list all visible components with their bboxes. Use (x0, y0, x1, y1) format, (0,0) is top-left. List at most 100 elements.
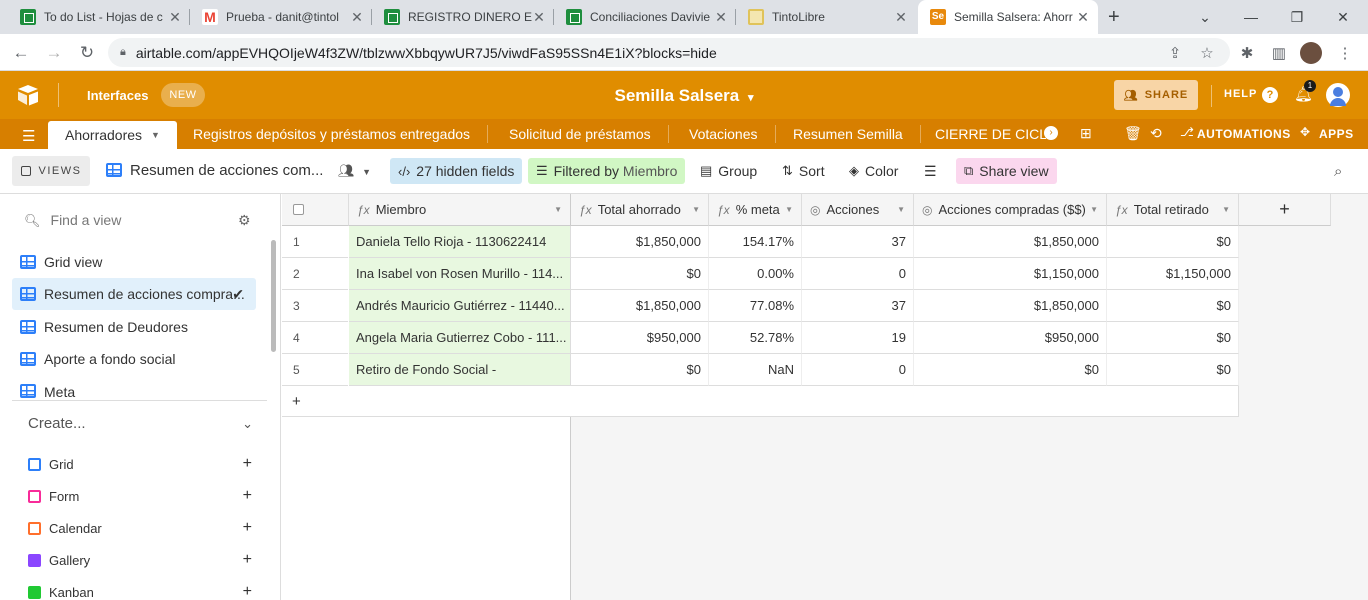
cell-miembro[interactable]: Andrés Mauricio Gutiérrez - 11440... (349, 290, 571, 322)
close-window-icon[interactable]: ✕ (1320, 0, 1366, 34)
create-gallery-button[interactable]: Gallery + (28, 544, 256, 576)
plus-icon[interactable]: + (243, 455, 252, 473)
help-icon[interactable]: ? (1262, 87, 1278, 103)
browser-tab[interactable]: M Prueba - danit@tintol ✕ (190, 0, 372, 34)
column-header-total-retirado[interactable]: ƒx Total retirado ▼ (1107, 194, 1239, 226)
forward-icon[interactable]: → (41, 40, 67, 66)
cell-miembro[interactable]: Daniela Tello Rioja - 1130622414 (349, 226, 571, 258)
chevron-down-icon[interactable]: ▼ (1222, 205, 1230, 214)
column-header-total-ahorrado[interactable]: ƒx Total ahorrado ▼ (571, 194, 709, 226)
cell-acciones[interactable]: 37 (802, 226, 914, 258)
create-grid-button[interactable]: Grid + (28, 448, 256, 480)
search-icon[interactable]: ⌕ (1334, 163, 1342, 180)
chevron-right-icon[interactable]: › (1044, 126, 1058, 140)
find-view-input[interactable]: 🔍︎ Find a view (24, 212, 121, 229)
cell-meta[interactable]: 154.17% (709, 226, 802, 258)
browser-menu-icon[interactable]: ⋮ (1332, 40, 1358, 66)
cell-total-retirado[interactable]: $0 (1107, 322, 1239, 354)
row-number[interactable]: 4 (282, 322, 348, 354)
chevron-down-icon[interactable]: ▼ (554, 205, 562, 214)
sidebar-view-grid-view[interactable]: Grid view (12, 246, 256, 278)
cell-meta[interactable]: 0.00% (709, 258, 802, 290)
current-view-name[interactable]: Resumen de acciones com... (130, 162, 323, 179)
chevron-down-icon[interactable]: ▼ (1090, 205, 1098, 214)
plus-icon[interactable]: + (243, 551, 252, 569)
sidebar-view-aporte-fondo-social[interactable]: Aporte a fondo social (12, 343, 256, 375)
help-button[interactable]: HELP (1224, 88, 1257, 100)
tab-ahorradores[interactable]: Ahorradores ▼ (48, 121, 177, 149)
group-button[interactable]: ▤ Group (692, 158, 765, 184)
filter-button[interactable]: ☰ Filtered by Miembro (528, 158, 686, 184)
bookmark-star-icon[interactable]: ☆ (1194, 40, 1220, 66)
tab-resumen-semilla[interactable]: Resumen Semilla (776, 125, 921, 143)
add-table-icon[interactable]: ⊞ (1080, 125, 1092, 142)
profile-avatar[interactable] (1298, 40, 1324, 66)
views-toggle-button[interactable]: VIEWS (12, 156, 90, 186)
tab-votaciones[interactable]: Votaciones (672, 125, 776, 143)
color-button[interactable]: ◈ Color (841, 158, 906, 184)
cell-meta[interactable]: 52.78% (709, 322, 802, 354)
url-input[interactable]: 🔒︎ airtable.com/appEVHQOIjeW4f3ZW/tblzww… (108, 38, 1230, 67)
cell-acciones[interactable]: 19 (802, 322, 914, 354)
browser-tab[interactable]: Conciliaciones Davivie ✕ (554, 0, 736, 34)
cell-acciones[interactable]: 0 (802, 258, 914, 290)
gear-icon[interactable]: ⚙ (238, 212, 251, 229)
cell-total-retirado[interactable]: $0 (1107, 354, 1239, 386)
cell-miembro[interactable]: Angela Maria Gutierrez Cobo - 111... (349, 322, 571, 354)
reload-icon[interactable]: ↻ (74, 40, 100, 66)
chevron-down-icon[interactable]: ▼ (897, 205, 905, 214)
automations-button[interactable]: AUTOMATIONS (1197, 127, 1291, 141)
create-form-button[interactable]: Form + (28, 480, 256, 512)
cell-meta[interactable]: 77.08% (709, 290, 802, 322)
browser-tab[interactable]: To do List - Hojas de c ✕ (8, 0, 190, 34)
select-all-checkbox[interactable] (293, 204, 304, 215)
cell-acciones-compradas[interactable]: $1,850,000 (914, 290, 1107, 322)
trash-icon[interactable]: 🗑︎ (1124, 125, 1142, 142)
apps-button[interactable]: APPS (1319, 127, 1354, 141)
create-view-section[interactable]: Create... ⌄ (12, 400, 267, 446)
sidebar-view-resumen-acciones[interactable]: Resumen de acciones compra... ✔ (12, 278, 256, 310)
restore-icon[interactable]: ❐ (1274, 0, 1320, 34)
cell-acciones-compradas[interactable]: $0 (914, 354, 1107, 386)
cell-acciones-compradas[interactable]: $950,000 (914, 322, 1107, 354)
share-button[interactable]: 👥︎ SHARE (1114, 80, 1198, 110)
tab-cierre-de-ciclo[interactable]: CIERRE DE CICLO (918, 119, 1046, 149)
sidebar-scrollbar[interactable] (271, 240, 276, 352)
add-field-button[interactable]: + (1239, 194, 1331, 226)
menu-icon[interactable]: ☰ (22, 127, 35, 145)
chevron-down-icon[interactable]: ⌄ (242, 416, 253, 432)
browser-tab-active[interactable]: Se Semilla Salsera: Ahorr ✕ (918, 0, 1098, 34)
chevron-down-icon[interactable]: ▼ (692, 205, 700, 214)
cell-total-ahorrado[interactable]: $0 (571, 354, 709, 386)
add-record-button[interactable]: + (282, 386, 571, 417)
row-number[interactable]: 5 (282, 354, 348, 386)
column-header-meta[interactable]: ƒx % meta ▼ (709, 194, 802, 226)
column-header-acciones-compradas[interactable]: ◎ Acciones compradas ($$) ▼ (914, 194, 1107, 226)
cell-acciones[interactable]: 0 (802, 354, 914, 386)
row-number[interactable]: 3 (282, 290, 348, 322)
close-tab-icon[interactable]: ✕ (168, 9, 182, 26)
minimize-icon[interactable]: — (1228, 0, 1274, 34)
cell-total-retirado[interactable]: $1,150,000 (1107, 258, 1239, 290)
plus-icon[interactable]: + (243, 583, 252, 600)
cell-total-ahorrado[interactable]: $950,000 (571, 322, 709, 354)
cell-total-retirado[interactable]: $0 (1107, 226, 1239, 258)
plus-icon[interactable]: + (243, 487, 252, 505)
cell-acciones-compradas[interactable]: $1,850,000 (914, 226, 1107, 258)
cell-total-ahorrado[interactable]: $1,850,000 (571, 226, 709, 258)
row-height-icon[interactable]: ☰ (916, 158, 945, 184)
sort-button[interactable]: ⇅ Sort (774, 158, 833, 184)
share-page-icon[interactable]: ⇪ (1162, 40, 1188, 66)
cell-total-ahorrado[interactable]: $0 (571, 258, 709, 290)
cell-miembro[interactable]: Ina Isabel von Rosen Murillo - 114... (349, 258, 571, 290)
collaborative-view-icon[interactable]: 👥︎ ▼ (338, 163, 371, 179)
browser-tab[interactable]: TintoLibre ✕ (736, 0, 916, 34)
hide-fields-button[interactable]: ‹/› 27 hidden fields (390, 158, 523, 184)
user-avatar-icon[interactable] (1326, 83, 1350, 107)
tab-search-icon[interactable]: ⌄ (1182, 0, 1228, 34)
cell-acciones-compradas[interactable]: $1,150,000 (914, 258, 1107, 290)
history-icon[interactable]: ⟲ (1150, 125, 1162, 142)
cell-meta[interactable]: NaN (709, 354, 802, 386)
cell-miembro[interactable]: Retiro de Fondo Social - (349, 354, 571, 386)
add-record-row-area[interactable] (571, 386, 1239, 417)
